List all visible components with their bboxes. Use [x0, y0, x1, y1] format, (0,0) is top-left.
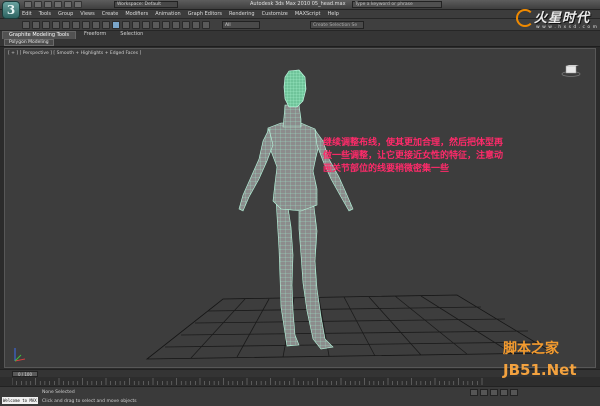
go-to-start-icon[interactable] [470, 389, 478, 396]
menu-animation[interactable]: Animation [155, 10, 181, 19]
move-icon[interactable] [112, 21, 120, 29]
graphite-ribbon: Graphite Modeling Tools Freeform Selecti… [0, 31, 600, 47]
undo-icon[interactable] [54, 1, 62, 8]
brand-url: w w w . h x s d . c o m [536, 25, 598, 30]
menu-edit[interactable]: Edit [22, 10, 32, 19]
quick-access-toolbar [24, 1, 82, 8]
annotation-text: 继续调整布线，使其更加合理，然后把体型再 做一些调整，让它更接近女性的特征，注意… [323, 137, 537, 176]
redo-button-icon[interactable] [32, 21, 40, 29]
annotation-line-2: 做一些调整，让它更接近女性的特征，注意动 [323, 151, 504, 161]
app-logo[interactable]: 3 [2, 1, 20, 19]
annotation-line-3: 画关节部位的线要稍微密集一些 [323, 164, 450, 174]
next-frame-icon[interactable] [500, 389, 508, 396]
menu-views[interactable]: Views [80, 10, 94, 19]
prompt-line: Click and drag to select and move object… [42, 399, 137, 404]
ground-grid [145, 294, 555, 360]
rectangle-selection-icon[interactable] [92, 21, 100, 29]
menu-modifiers[interactable]: Modifiers [125, 10, 148, 19]
head-mesh [283, 69, 307, 108]
menu-help[interactable]: Help [328, 10, 339, 19]
save-file-icon[interactable] [44, 1, 52, 8]
named-selection-set-field[interactable]: Create Selection Se [310, 21, 364, 29]
menu-group[interactable]: Group [58, 10, 73, 19]
select-object-icon[interactable] [72, 21, 80, 29]
play-icon[interactable] [490, 389, 498, 396]
menu-bar: Edit Tools Group Views Create Modifiers … [0, 10, 600, 19]
rotate-icon[interactable] [122, 21, 130, 29]
angle-snap-icon[interactable] [182, 21, 190, 29]
status-bar: Welcome to MAX None Selected Click and d… [0, 386, 600, 406]
watermark-line-2: JB51.Net [503, 361, 577, 379]
menu-customize[interactable]: Customize [262, 10, 288, 19]
polygon-modeling-panel[interactable]: Polygon Modeling [4, 39, 54, 46]
menu-graph-editors[interactable]: Graph Editors [188, 10, 222, 19]
window-crossing-icon[interactable] [102, 21, 110, 29]
search-input[interactable]: Type a keyword or phrase [352, 1, 442, 8]
bind-space-warp-icon[interactable] [62, 21, 70, 29]
unlink-icon[interactable] [52, 21, 60, 29]
model-scene [145, 69, 555, 360]
menu-rendering[interactable]: Rendering [229, 10, 255, 19]
perspective-viewport[interactable]: [ + ] [ Perspective ] [ Smooth + Highlig… [4, 48, 596, 368]
select-by-name-icon[interactable] [82, 21, 90, 29]
axis-tripod-icon [14, 348, 26, 362]
brand-name: 火星时代 [534, 11, 591, 26]
spinner-snap-icon[interactable] [202, 21, 210, 29]
window-title: Autodesk 3ds Max 2010 05_head.max [250, 1, 346, 7]
menu-tools[interactable]: Tools [39, 10, 51, 19]
project-folder-icon[interactable] [74, 1, 82, 8]
menu-create[interactable]: Create [102, 10, 119, 19]
previous-frame-icon[interactable] [480, 389, 488, 396]
maxscript-listener[interactable]: Welcome to MAX [2, 397, 38, 404]
selection-filter-dropdown[interactable]: All [222, 21, 260, 29]
ribbon-tabs: Graphite Modeling Tools Freeform Selecti… [2, 31, 149, 39]
reference-coordinate-icon[interactable] [142, 21, 150, 29]
new-file-icon[interactable] [24, 1, 32, 8]
brand-logo: 火星时代 w w w . h x s d . c o m [512, 6, 598, 34]
workspace-dropdown[interactable]: Workspace: Default [114, 1, 178, 8]
brand-swirl-icon [516, 9, 534, 27]
snap-toggle-icon[interactable] [172, 21, 180, 29]
undo-button-icon[interactable] [22, 21, 30, 29]
menu-maxscript[interactable]: MAXScript [295, 10, 321, 19]
watermark-line-1: 脚本之家 [503, 341, 559, 357]
tab-graphite-modeling-tools[interactable]: Graphite Modeling Tools [2, 31, 77, 39]
track-ticks [12, 378, 483, 385]
scale-icon[interactable] [132, 21, 140, 29]
selection-status: None Selected [42, 390, 75, 395]
menu-items: Edit Tools Group Views Create Modifiers … [22, 10, 339, 19]
percent-snap-icon[interactable] [192, 21, 200, 29]
site-watermark: 脚本之家 JB51.Net [503, 338, 576, 379]
redo-icon[interactable] [64, 1, 72, 8]
tab-selection[interactable]: Selection [114, 31, 149, 39]
tab-freeform[interactable]: Freeform [78, 31, 112, 39]
main-toolbar: All Create Selection Se [0, 19, 600, 31]
go-to-end-icon[interactable] [510, 389, 518, 396]
open-file-icon[interactable] [34, 1, 42, 8]
toolbar-icons [22, 21, 210, 29]
playback-controls [470, 389, 518, 396]
link-icon[interactable] [42, 21, 50, 29]
annotation-line-1: 继续调整布线，使其更加合理，然后把体型再 [323, 138, 504, 148]
title-bar: 3 Workspace: Default Autodesk 3ds Max 20… [0, 0, 600, 19]
pivot-center-icon[interactable] [152, 21, 160, 29]
manipulate-icon[interactable] [162, 21, 170, 29]
